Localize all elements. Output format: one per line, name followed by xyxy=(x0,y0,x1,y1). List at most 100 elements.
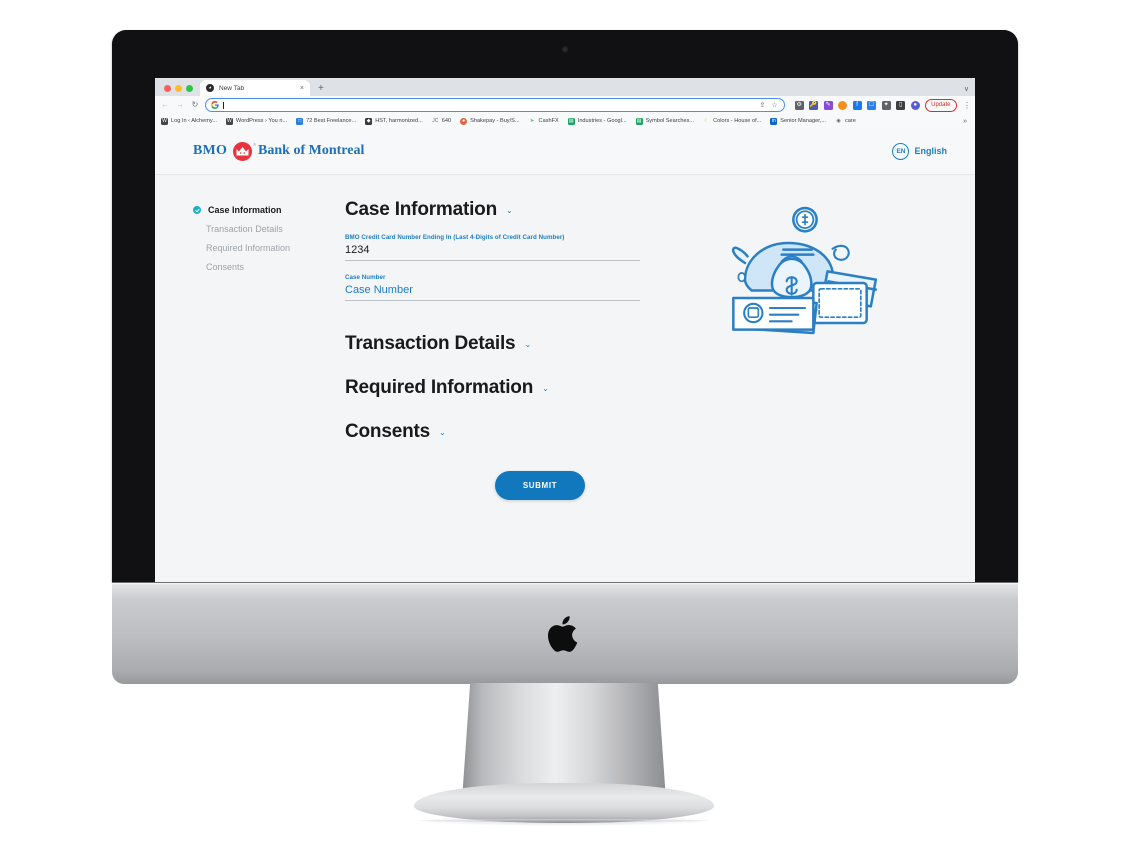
sidebar-item-transaction-details[interactable]: Transaction Details xyxy=(193,224,338,234)
new-tab-button[interactable]: + xyxy=(310,84,331,96)
puzzle-icon[interactable]: ✦ xyxy=(881,100,891,110)
share-icon[interactable]: ⇪ xyxy=(759,101,765,109)
browser-tab[interactable]: ◕ New Tab × xyxy=(200,80,310,96)
sidebar-item-consents[interactable]: Consents xyxy=(193,262,338,272)
moon-icon: ☾ xyxy=(704,117,709,124)
canada-icon: ◆ xyxy=(365,117,373,125)
bookmark-label: Senior Manager,... xyxy=(780,118,826,124)
sheets-icon: ▤ xyxy=(635,117,643,125)
globe-icon: ◉ xyxy=(836,117,841,124)
maximize-window-button[interactable] xyxy=(186,85,193,92)
screen: ◕ New Tab × + ∨ ← → ↻ ⇪ ☆ ⚙ 🔑 ✎ f ☐ ✦ ▯ … xyxy=(155,78,975,582)
sidebar-item-label: Transaction Details xyxy=(206,224,283,234)
brand-bmo-text: BMO xyxy=(193,143,228,158)
tab-title: New Tab xyxy=(219,84,245,92)
bookmark-item[interactable]: ◉ care xyxy=(835,118,856,125)
orange-dot-icon[interactable] xyxy=(838,100,848,110)
bookmark-item[interactable]: ➤ CashFX xyxy=(529,118,559,125)
sheets-icon: ▤ xyxy=(567,117,575,125)
section-header-transaction-details[interactable]: Transaction Details ⌄ xyxy=(345,333,705,355)
pen-icon[interactable]: ✎ xyxy=(823,100,833,110)
bookmark-label: Colors - House of... xyxy=(713,118,762,124)
tab-close-icon[interactable]: × xyxy=(300,85,304,92)
submit-button[interactable]: SUBMIT xyxy=(494,471,586,500)
credit-card-last4-input[interactable] xyxy=(345,241,640,261)
chevron-down-icon[interactable]: ⌄ xyxy=(439,429,446,437)
bookmarks-bar: W Log In ‹ Alchemy... W WordPress › You n.… xyxy=(155,114,975,129)
page-icon: □ xyxy=(296,117,304,125)
brand-name-text: Bank of Montreal xyxy=(258,143,365,158)
browser-window: ◕ New Tab × + ∨ ← → ↻ ⇪ ☆ ⚙ 🔑 ✎ f ☐ ✦ ▯ … xyxy=(155,78,975,582)
field-credit-card-last4: BMO Credit Card Number Ending In (Last 4… xyxy=(345,234,705,261)
page-body: Case Information Transaction Details Req… xyxy=(155,175,975,500)
sidebar-item-label: Case Information xyxy=(208,205,282,215)
text-cursor xyxy=(223,101,224,109)
update-button[interactable]: Update xyxy=(925,98,957,112)
bookmark-item[interactable]: ◆ HST, harmonized... xyxy=(365,117,423,125)
sidebar-icon[interactable]: ▯ xyxy=(896,100,906,110)
minimize-window-button[interactable] xyxy=(175,85,182,92)
chrome-favicon-icon: ◕ xyxy=(206,84,214,92)
imac-computer: ◕ New Tab × + ∨ ← → ↻ ⇪ ☆ ⚙ 🔑 ✎ f ☐ ✦ ▯ … xyxy=(0,0,1128,844)
omnibox-actions: ⇪ ☆ xyxy=(759,101,778,109)
bmo-roundel-icon: ® xyxy=(233,141,256,161)
language-code-badge: EN xyxy=(892,142,910,160)
crop-icon[interactable]: ☐ xyxy=(867,100,877,110)
chevron-down-icon[interactable]: ⌄ xyxy=(524,341,531,349)
field-label: Case Number xyxy=(345,274,386,281)
sidebar-item-label: Consents xyxy=(206,262,245,272)
stand-shadow xyxy=(418,816,710,826)
language-selector[interactable]: EN English xyxy=(892,142,947,160)
field-case-number: Case Number xyxy=(345,274,705,301)
wordpress-icon: W xyxy=(161,117,168,125)
site-header: BMO ® Bank of Montreal EN English xyxy=(155,128,975,175)
form-column: Case Information ⌄ BMO Credit Card Numbe… xyxy=(338,199,705,500)
google-g-icon xyxy=(211,101,219,109)
chevron-down-icon[interactable]: ⌄ xyxy=(542,385,549,393)
case-number-input[interactable] xyxy=(345,281,640,301)
bookmark-label: 72 Best Freelance... xyxy=(306,118,357,124)
reload-button[interactable]: ↻ xyxy=(190,101,200,109)
field-label: BMO Credit Card Number Ending In (Last 4… xyxy=(345,234,565,241)
linkedin-icon: in xyxy=(770,117,778,125)
bookmark-item[interactable]: □ 72 Best Freelance... xyxy=(296,117,357,125)
password-key-icon[interactable]: 🔑 xyxy=(809,100,819,110)
profile-avatar-icon[interactable]: ● xyxy=(910,100,920,110)
address-bar[interactable]: ⇪ ☆ xyxy=(205,98,785,112)
forward-button[interactable]: → xyxy=(175,101,185,109)
bookmarks-overflow-button[interactable]: » xyxy=(963,118,969,125)
extensions-puzzle-icon[interactable]: ⚙ xyxy=(794,100,804,110)
bookmark-item[interactable]: ● Shakepay - Buy/S... xyxy=(460,117,520,125)
bookmark-label: HST, harmonized... xyxy=(375,118,423,124)
browser-menu-button[interactable]: ⋮ xyxy=(962,101,971,110)
bmo-logo[interactable]: BMO ® Bank of Montreal xyxy=(193,141,365,161)
section-header-case-information[interactable]: Case Information ⌄ xyxy=(345,199,705,221)
bookmark-star-icon[interactable]: ☆ xyxy=(771,101,777,109)
tab-search-chevron-icon[interactable]: ∨ xyxy=(964,85,975,96)
sidebar-item-case-information[interactable]: Case Information xyxy=(193,205,338,215)
facebook-icon[interactable]: f xyxy=(852,100,862,110)
bookmark-label: WordPress › You n... xyxy=(235,118,288,124)
cashfx-icon: ➤ xyxy=(529,117,535,124)
bookmark-item[interactable]: JC 640 xyxy=(432,118,451,125)
check-circle-icon xyxy=(193,206,201,214)
bookmark-label: Shakepay - Buy/S... xyxy=(470,118,520,124)
bookmark-item[interactable]: ▤ Industries - Googl... xyxy=(567,117,627,125)
bookmark-item[interactable]: ☾ Colors - House of... xyxy=(703,118,761,125)
section-header-consents[interactable]: Consents ⌄ xyxy=(345,421,705,443)
section-title: Consents xyxy=(345,421,430,442)
step-sidebar: Case Information Transaction Details Req… xyxy=(193,199,338,500)
bookmark-label: Symbol Searches... xyxy=(645,118,695,124)
close-window-button[interactable] xyxy=(164,85,171,92)
bookmark-item[interactable]: ▤ Symbol Searches... xyxy=(635,117,695,125)
window-traffic-lights[interactable] xyxy=(161,85,200,96)
sidebar-item-required-information[interactable]: Required Information xyxy=(193,243,338,253)
bookmark-item[interactable]: in Senior Manager,... xyxy=(770,117,826,125)
section-header-required-information[interactable]: Required Information ⌄ xyxy=(345,377,705,399)
bookmark-item[interactable]: W Log In ‹ Alchemy... xyxy=(161,117,217,125)
back-button[interactable]: ← xyxy=(160,101,170,109)
extensions-row: ⚙ 🔑 ✎ f ☐ ✦ ▯ ● Update ⋮ xyxy=(790,98,971,112)
chevron-down-icon[interactable]: ⌄ xyxy=(506,207,513,215)
piggy-bank-savings-illustration xyxy=(705,199,905,500)
bookmark-item[interactable]: W WordPress › You n... xyxy=(225,117,288,125)
